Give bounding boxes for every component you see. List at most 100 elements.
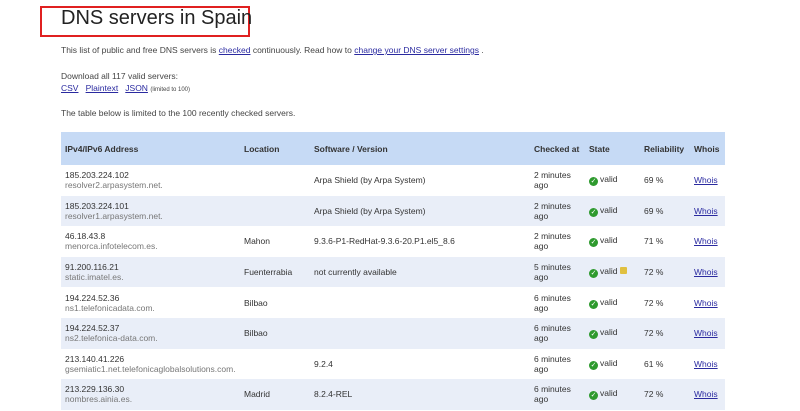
ip-address: 185.203.224.101 — [65, 200, 129, 211]
column-header: Location — [240, 132, 310, 165]
whois-link[interactable]: Whois — [694, 236, 718, 246]
whois-cell: Whois — [690, 287, 725, 318]
reliability-cell: 69 % — [640, 195, 690, 227]
column-header: IPv4/IPv6 Address — [61, 132, 240, 165]
intro-text: This list of public and free DNS servers… — [61, 45, 484, 55]
state-label: valid — [600, 357, 618, 368]
checked-at-cell: 6 minutes ago — [534, 292, 571, 313]
check-icon: ✓ — [589, 391, 598, 401]
state-cell: ✓ valid — [585, 317, 640, 349]
ip-address: 46.18.43.8 — [65, 231, 106, 242]
whois-cell: Whois — [690, 349, 725, 380]
table-row: 213.229.136.30 nombres.ainia.es. Madrid 8… — [61, 379, 725, 410]
hostname: resolver1.arpasystem.net. — [65, 210, 163, 221]
hostname: static.imatel.es. — [65, 272, 124, 283]
software-cell: not currently available — [310, 256, 530, 288]
table-header: IPv4/IPv6 Address Location Software / Vers… — [61, 132, 725, 165]
state-cell: ✓ valid — [585, 349, 640, 380]
ip-address: 194.224.52.36 — [65, 292, 120, 303]
hostname: menorca.infotelecom.es. — [65, 241, 158, 252]
reliability-cell: 61 % — [644, 358, 664, 369]
address-cell: 46.18.43.8 menorca.infotelecom.es. — [61, 226, 240, 257]
dns-servers-table: IPv4/IPv6 Address Location Software / Vers… — [61, 132, 725, 410]
state-cell: ✓ valid — [585, 256, 640, 288]
check-icon: ✓ — [589, 269, 598, 279]
location-cell — [240, 165, 310, 196]
check-icon: ✓ — [589, 299, 598, 309]
intro-text-1: This list of public and free DNS servers… — [61, 45, 219, 55]
hostname: ns1.telefonicadata.com. — [65, 302, 155, 313]
reliability-cell: 72 % — [640, 379, 690, 410]
hostname: gsemiatic1.net.telefonicaglobalsolutions… — [65, 363, 236, 374]
ip-address: 194.224.52.37 — [65, 323, 120, 334]
intro-text-3: . — [478, 45, 484, 55]
whois-link[interactable]: Whois — [694, 328, 718, 338]
address-cell: 185.203.224.102 resolver2.arpasystem.net. — [61, 165, 240, 196]
checked-at-cell: 2 minutes ago — [530, 195, 585, 227]
column-header: Whois — [690, 132, 725, 165]
check-icon: ✓ — [589, 360, 598, 370]
hostname: resolver2.arpasystem.net. — [65, 180, 163, 191]
whois-link[interactable]: Whois — [694, 175, 718, 185]
page-title: DNS servers in Spain — [61, 7, 253, 29]
column-header: Reliability — [640, 132, 690, 165]
column-header: Checked at — [530, 132, 585, 165]
checked-at-cell: 6 minutes ago — [530, 317, 585, 349]
state-label: valid — [600, 327, 618, 338]
location-cell: Madrid — [240, 379, 310, 410]
reliability-cell: 69 % — [644, 175, 664, 186]
check-icon: ✓ — [589, 207, 598, 217]
location-cell: Bilbao — [240, 317, 310, 349]
state-label: valid — [600, 296, 618, 307]
table-row: 91.200.116.21 static.imatel.es. Fuenterra… — [61, 256, 725, 288]
column-header: State — [585, 132, 640, 165]
ip-address: 213.140.41.226 — [65, 353, 125, 364]
download-label: Download all 117 valid servers: — [61, 71, 179, 81]
state-label: valid — [600, 388, 618, 399]
csv-link[interactable]: CSV — [61, 83, 78, 93]
ip-address: 213.229.136.30 — [65, 384, 125, 395]
json-note: (limited to 100) — [150, 87, 191, 93]
change-dns-settings-link[interactable]: change your DNS server settings — [354, 45, 479, 55]
state-cell: ✓ valid — [585, 226, 640, 257]
table-row: 194.224.52.37 ns2.telefonica-data.com. Bi… — [61, 317, 725, 349]
whois-link[interactable]: Whois — [694, 359, 718, 369]
intro-text-2: continuously. Read how to — [250, 45, 355, 55]
limit-note: The table below is limited to the 100 re… — [61, 108, 296, 118]
checked-link[interactable]: checked — [219, 45, 251, 55]
software-cell: Arpa Shield (by Arpa System) — [314, 175, 426, 186]
location-cell: Bilbao — [244, 297, 268, 308]
address-cell: 194.224.52.37 ns2.telefonica-data.com. — [61, 317, 240, 349]
table-row: 213.140.41.226 gsemiatic1.net.telefonicag… — [61, 349, 725, 380]
json-link[interactable]: JSON — [125, 83, 148, 93]
reliability-cell: 72 % — [644, 297, 664, 308]
address-cell: 213.229.136.30 nombres.ainia.es. — [61, 379, 240, 410]
location-cell: Mahon — [244, 236, 270, 247]
check-icon: ✓ — [589, 330, 598, 340]
download-links: CSV Plaintext JSON (limited to 100) — [61, 83, 190, 93]
whois-link[interactable]: Whois — [694, 206, 718, 216]
location-cell — [240, 349, 310, 380]
column-header: Software / Version — [310, 132, 530, 165]
state-label: valid — [600, 235, 618, 246]
address-cell: 91.200.116.21 static.imatel.es. — [61, 256, 240, 288]
whois-cell: Whois — [690, 317, 725, 349]
reliability-cell: 72 % — [640, 317, 690, 349]
whois-cell: Whois — [690, 195, 725, 227]
state-cell: ✓ valid — [585, 195, 640, 227]
hostname: nombres.ainia.es. — [65, 394, 133, 405]
address-cell: 194.224.52.36 ns1.telefonicadata.com. — [61, 287, 240, 318]
plaintext-link[interactable]: Plaintext — [86, 83, 119, 93]
checked-at-cell: 2 minutes ago — [534, 231, 571, 252]
checked-at-cell: 6 minutes ago — [530, 379, 585, 410]
whois-link[interactable]: Whois — [694, 389, 718, 399]
whois-link[interactable]: Whois — [694, 267, 718, 277]
reliability-cell: 72 % — [640, 256, 690, 288]
whois-cell: Whois — [690, 256, 725, 288]
address-cell: 213.140.41.226 gsemiatic1.net.telefonicag… — [61, 349, 240, 380]
location-cell — [240, 195, 310, 227]
check-icon: ✓ — [589, 238, 598, 248]
address-cell: 185.203.224.101 resolver1.arpasystem.net. — [61, 195, 240, 227]
software-cell: Arpa Shield (by Arpa System) — [310, 195, 530, 227]
whois-link[interactable]: Whois — [694, 298, 718, 308]
